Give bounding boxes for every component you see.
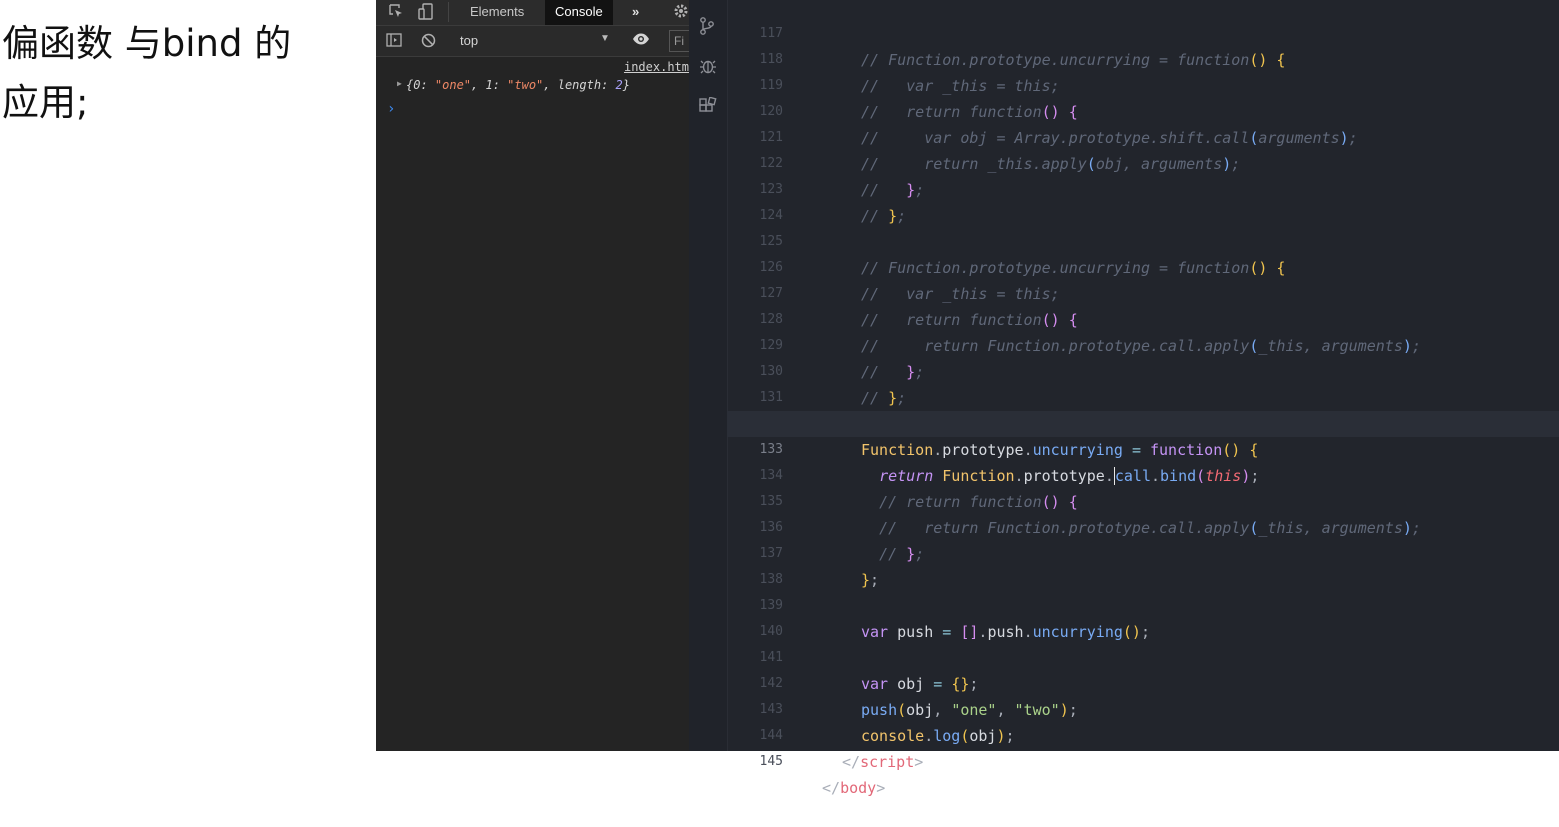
device-toggle-icon[interactable] bbox=[418, 3, 434, 25]
code-line: 143 console.log(obj); bbox=[727, 671, 1559, 745]
code-line: 126 // var _this = this; bbox=[727, 229, 1559, 303]
source-control-icon[interactable] bbox=[699, 16, 715, 40]
code-line: 129 // }; bbox=[727, 307, 1559, 381]
clear-console-icon[interactable] bbox=[421, 33, 436, 52]
devtools-panel: Elements Console » top ▼ Fi index.htm ▶{… bbox=[376, 0, 693, 751]
code-line-active: 133 return Function.prototype.call.bind(… bbox=[727, 411, 1559, 485]
code-line: 131 bbox=[727, 359, 1559, 405]
code-line: 144 </script> bbox=[727, 697, 1559, 771]
log-prefix: {0: bbox=[406, 78, 435, 92]
code-line: 139 var push = [].push.uncurrying(); bbox=[727, 567, 1559, 641]
code-line: 132 Function.prototype.uncurrying = func… bbox=[727, 385, 1559, 459]
devtools-tabbar: Elements Console » bbox=[376, 0, 689, 26]
log-sep-1: , 1: bbox=[471, 78, 508, 92]
code-line: 123 // }; bbox=[727, 151, 1559, 225]
code-line: 138 bbox=[727, 541, 1559, 587]
code-line: 137 }; bbox=[727, 515, 1559, 589]
code-line: 127 // return function() { bbox=[727, 255, 1559, 329]
log-length: 2 bbox=[615, 78, 623, 92]
settings-gear-icon[interactable] bbox=[673, 3, 689, 23]
code-line: 120 // var obj = Array.prototype.shift.c… bbox=[727, 73, 1559, 147]
extensions-icon[interactable] bbox=[699, 96, 717, 119]
code-line: 140 bbox=[727, 593, 1559, 639]
debug-bug-icon[interactable] bbox=[699, 57, 717, 79]
code-line: 118 // var _this = this; bbox=[727, 21, 1559, 95]
code-line: 145 </body> bbox=[727, 723, 1559, 797]
code-line: 141 var obj = {}; bbox=[727, 619, 1559, 693]
note-title-line1: 偏函数 与bind 的 bbox=[2, 22, 292, 65]
eye-icon[interactable] bbox=[632, 32, 650, 51]
chevron-down-icon[interactable]: ▼ bbox=[600, 33, 610, 44]
code-line: 136 // }; bbox=[727, 489, 1559, 563]
log-sep-2: , length: bbox=[543, 78, 616, 92]
context-selector[interactable]: top bbox=[460, 33, 478, 48]
log-value-0: "one" bbox=[434, 78, 472, 92]
slide-notes: 偏函数 与bind 的 应用; bbox=[0, 0, 376, 751]
code-line: 119 // return function() { bbox=[727, 47, 1559, 121]
console-log-entry[interactable]: ▶ {0: "one", 1: "two", length: 2} bbox=[397, 78, 630, 92]
expand-triangle-icon[interactable]: ▶ bbox=[397, 79, 402, 88]
code-line: 128 // return Function.prototype.call.ap… bbox=[727, 281, 1559, 355]
line-number: 145 bbox=[759, 754, 783, 769]
log-suffix: } bbox=[622, 78, 630, 92]
inspect-element-icon[interactable] bbox=[388, 3, 404, 23]
code-line: 122 // }; bbox=[727, 125, 1559, 199]
code-editor: 117 // Function.prototype.uncurrying = f… bbox=[689, 0, 1559, 797]
tab-elements[interactable]: Elements bbox=[460, 0, 534, 25]
log-source-link[interactable]: index.htm bbox=[624, 60, 689, 74]
code-line: 130 // }; bbox=[727, 333, 1559, 407]
code-line: 117 // Function.prototype.uncurrying = f… bbox=[727, 0, 1559, 69]
code-line: 135 // return Function.prototype.call.ap… bbox=[727, 463, 1559, 537]
code-line: 134 // return function() { bbox=[727, 437, 1559, 511]
code-line: 124 bbox=[727, 177, 1559, 223]
code-line: 125 // Function.prototype.uncurrying = f… bbox=[727, 203, 1559, 277]
note-title-line2: 应用; bbox=[2, 81, 89, 124]
activity-bar bbox=[689, 0, 728, 751]
tabbar-divider bbox=[448, 2, 449, 22]
sidebar-toggle-icon[interactable] bbox=[386, 33, 402, 51]
console-prompt[interactable]: › bbox=[387, 101, 395, 117]
code-line: 142 push(obj, "one", "two"); bbox=[727, 645, 1559, 719]
more-tabs-button[interactable]: » bbox=[622, 0, 649, 25]
log-value-1: "two" bbox=[507, 78, 544, 92]
tab-console[interactable]: Console bbox=[545, 0, 613, 25]
code-line: 121 // return _this.apply(obj, arguments… bbox=[727, 99, 1559, 173]
